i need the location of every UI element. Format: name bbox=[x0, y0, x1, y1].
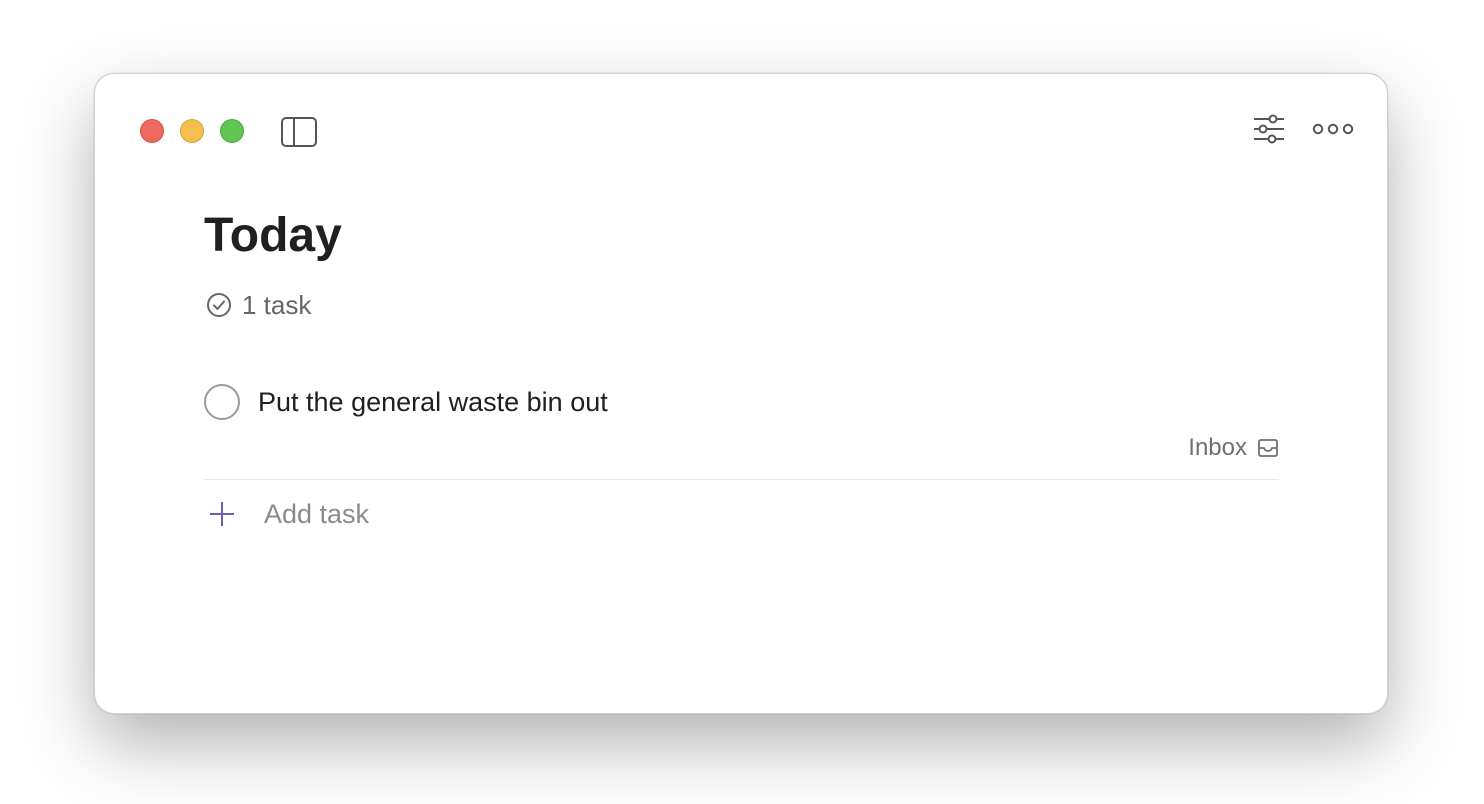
more-actions-button[interactable] bbox=[1309, 112, 1357, 146]
task-item[interactable]: Put the general waste bin out Inbox bbox=[204, 380, 1279, 480]
inbox-icon bbox=[1258, 439, 1278, 457]
window-minimize-button[interactable] bbox=[180, 119, 204, 143]
more-horizontal-icon bbox=[1312, 123, 1354, 135]
add-task-button[interactable]: Add task bbox=[204, 496, 369, 532]
task-project-link[interactable]: Inbox bbox=[1188, 434, 1279, 462]
task-content[interactable]: Put the general waste bin out bbox=[258, 386, 608, 418]
page-title: Today bbox=[204, 209, 342, 262]
sliders-icon bbox=[1254, 114, 1284, 144]
view-options-button[interactable] bbox=[1249, 112, 1289, 146]
task-count-label: 1 task bbox=[242, 290, 312, 320]
app-window: Today 1 task Put the general waste bin o… bbox=[94, 73, 1388, 714]
add-task-label: Add task bbox=[264, 499, 370, 529]
check-circle-icon bbox=[207, 293, 231, 317]
desktop-background: Today 1 task Put the general waste bin o… bbox=[0, 0, 1484, 804]
task-project-label: Inbox bbox=[1188, 434, 1247, 461]
plus-icon bbox=[204, 496, 240, 532]
window-maximize-button[interactable] bbox=[220, 119, 244, 143]
task-count: 1 task bbox=[206, 290, 311, 320]
sidebar-toggle-icon bbox=[281, 117, 317, 147]
sidebar-toggle-button[interactable] bbox=[279, 115, 319, 149]
task-complete-checkbox[interactable] bbox=[204, 384, 240, 420]
window-close-button[interactable] bbox=[140, 119, 164, 143]
